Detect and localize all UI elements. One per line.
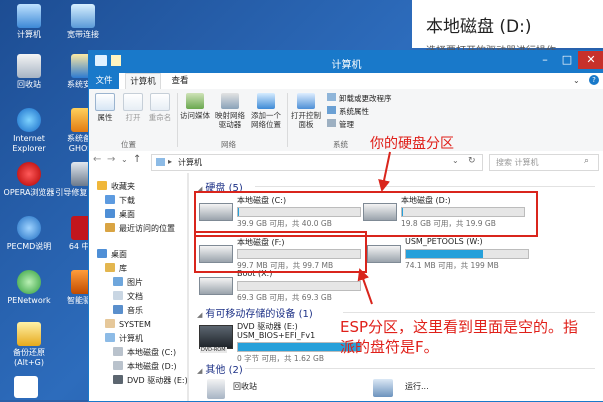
annotation-arrow-partition [378,151,391,192]
annotation-arrow-esp [357,268,373,305]
annotation-arrows [357,151,391,305]
